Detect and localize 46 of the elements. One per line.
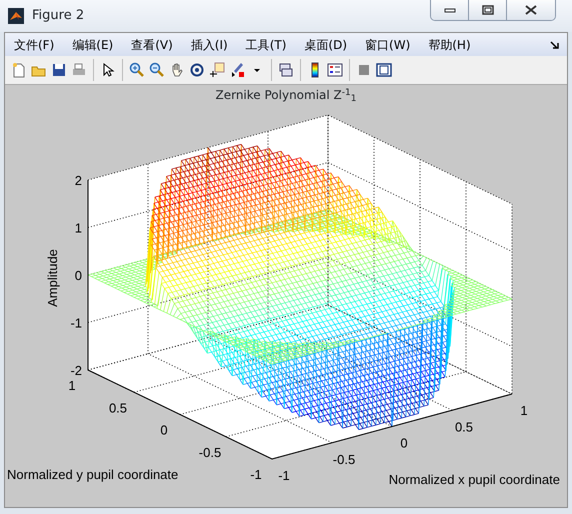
link-icon[interactable] xyxy=(278,62,294,78)
menu-item[interactable]: 文件(F) xyxy=(5,36,64,54)
menu-item[interactable]: 工具(T) xyxy=(236,36,296,54)
menu-item[interactable]: 帮助(H) xyxy=(419,36,480,54)
tick-label: -0.5 xyxy=(198,444,222,460)
tick-label: 1 xyxy=(520,403,528,418)
panel-window-icon[interactable] xyxy=(376,62,392,78)
tick-label: 0.5 xyxy=(108,400,128,416)
maximize-button[interactable] xyxy=(469,0,507,20)
tick-label: -1 xyxy=(70,316,82,330)
app-logo-icon xyxy=(8,8,24,24)
tick-label: 0 xyxy=(74,268,82,283)
minimize-button[interactable] xyxy=(431,0,469,20)
tick-label: 0 xyxy=(400,436,408,450)
dock-arrow-icon[interactable] xyxy=(550,40,559,50)
tick-label: 2 xyxy=(74,173,82,188)
tick-label: -1 xyxy=(278,468,290,483)
printer-icon[interactable] xyxy=(71,62,87,78)
tick-label: -2 xyxy=(70,363,82,378)
save-icon[interactable] xyxy=(51,62,67,78)
menu-item[interactable]: 桌面(D) xyxy=(295,36,356,54)
zoom-out-icon[interactable] xyxy=(149,62,165,78)
data-cursor-icon[interactable] xyxy=(209,62,225,78)
tick-label: 0 xyxy=(160,422,168,438)
zoom-in-icon[interactable] xyxy=(129,62,145,78)
close-button[interactable] xyxy=(507,0,555,20)
menu-item[interactable]: 窗口(W) xyxy=(356,36,420,54)
axis-label: Amplitude xyxy=(45,249,60,307)
tick-label: 1 xyxy=(68,378,76,393)
menu-item[interactable]: 插入(I) xyxy=(182,36,237,54)
axis-label: Normalized x pupil coordinate xyxy=(388,472,560,487)
window-title: Figure 2 xyxy=(32,7,84,26)
legend-icon[interactable] xyxy=(327,62,343,78)
menu-item[interactable]: 编辑(E) xyxy=(63,36,122,54)
maximize-icon xyxy=(482,5,494,15)
axis-label: Normalized y pupil coordinate xyxy=(7,467,178,482)
rotate-icon[interactable] xyxy=(189,62,205,78)
tick-label: 1 xyxy=(74,220,82,236)
brush-icon[interactable] xyxy=(229,62,245,78)
minimize-icon xyxy=(444,6,456,14)
new-file-icon[interactable] xyxy=(11,62,27,78)
tick-label: -0.5 xyxy=(332,452,356,467)
tick-label: 0.5 xyxy=(454,419,474,434)
menu-item[interactable]: 查看(V) xyxy=(122,36,182,54)
tick-label: -1 xyxy=(250,467,262,482)
close-icon xyxy=(525,5,537,15)
